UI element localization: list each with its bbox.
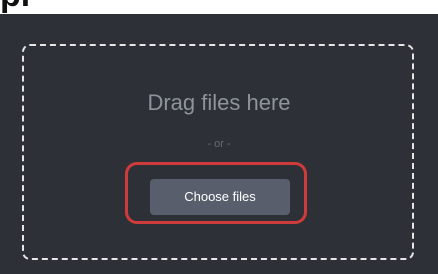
page-heading: pl — [0, 0, 30, 12]
page: pl Drag files here - or - Choose files — [0, 0, 438, 274]
or-separator: - or - — [207, 138, 231, 150]
drag-files-text: Drag files here — [147, 90, 291, 115]
upload-panel: Drag files here - or - Choose files — [0, 14, 438, 274]
file-dropzone[interactable] — [22, 44, 414, 260]
choose-files-button[interactable]: Choose files — [150, 179, 290, 215]
